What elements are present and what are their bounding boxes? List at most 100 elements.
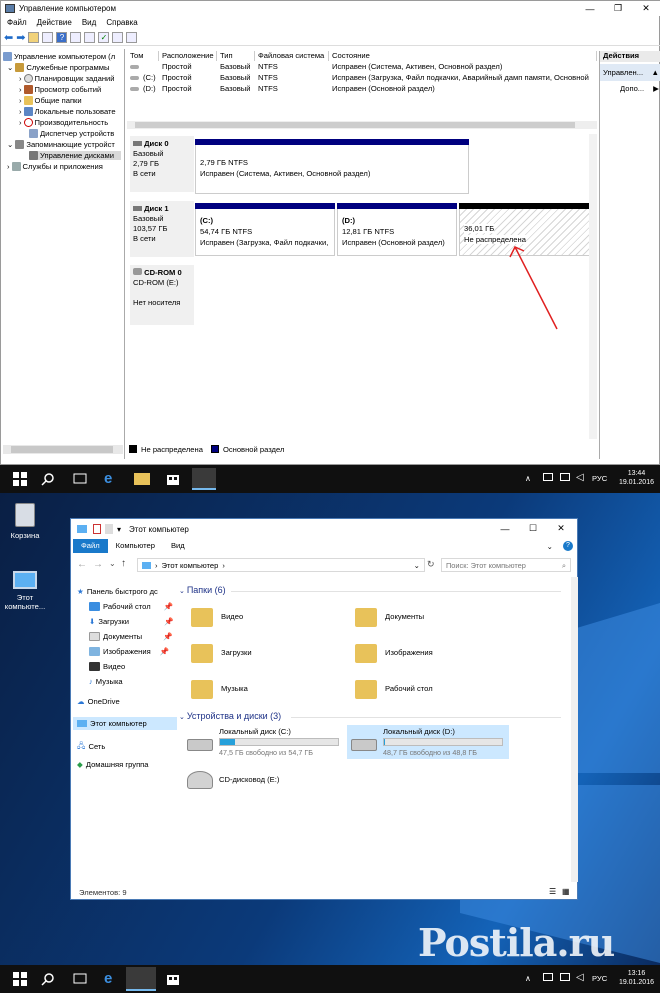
minimize-button[interactable]: —: [576, 1, 604, 16]
tree-local-users[interactable]: › Локальные пользовате: [19, 107, 116, 116]
store-icon[interactable]: [165, 971, 181, 987]
menu-file[interactable]: Файл: [7, 18, 27, 27]
drive-d[interactable]: Локальный диск (D:) 48,7 ГБ свободно из …: [347, 725, 509, 759]
folder-documents[interactable]: Документы: [355, 605, 424, 627]
tree-device-manager[interactable]: Диспетчер устройств: [29, 129, 114, 138]
nav-homegroup[interactable]: ◆ Домашняя группа: [77, 760, 149, 769]
disk0-label[interactable]: Диск 0 Базовый 2,79 ГБ В сети: [130, 136, 194, 192]
large-icons-view-icon[interactable]: ▦: [562, 887, 570, 896]
new-folder-icon[interactable]: [105, 524, 113, 534]
start-windows-icon[interactable]: [12, 971, 28, 987]
tree-performance[interactable]: › Производительность: [19, 118, 108, 127]
close-button[interactable]: ✕: [632, 1, 660, 16]
folders-group-header[interactable]: ⌄ Папки (6): [179, 585, 226, 595]
check-icon[interactable]: ✓: [98, 32, 110, 43]
content-scrollbar[interactable]: [571, 577, 578, 882]
menu-action[interactable]: Действие: [37, 18, 72, 27]
list-icon[interactable]: [126, 32, 138, 43]
folder-video[interactable]: Видео: [191, 605, 243, 627]
forward-icon[interactable]: ➡: [16, 31, 25, 44]
monitor-icon[interactable]: [560, 473, 570, 481]
search-box[interactable]: Поиск: Этот компьютер ⌕: [441, 558, 571, 572]
col-status[interactable]: Состояние: [329, 51, 597, 61]
volume-hscroll[interactable]: [127, 121, 597, 129]
help-icon[interactable]: ?: [56, 32, 68, 43]
partition-d[interactable]: (D:) 12,81 ГБ NTFS Исправен (Основной ра…: [337, 203, 457, 256]
file-explorer-icon[interactable]: [126, 967, 156, 991]
search-icon[interactable]: [40, 971, 56, 987]
network-icon[interactable]: [543, 973, 553, 981]
disk1-label[interactable]: Диск 1 Базовый 103,57 ГБ В сети: [130, 201, 194, 257]
maximize-button[interactable]: ☐: [519, 521, 547, 536]
up-folder-icon[interactable]: [28, 32, 40, 43]
devices-group-header[interactable]: ⌄ Устройства и диски (3): [179, 711, 281, 721]
chevron-right-icon[interactable]: ›: [19, 96, 22, 105]
clock[interactable]: 13:16 19.01.2016: [619, 969, 654, 987]
chevron-right-icon[interactable]: ›: [19, 107, 22, 116]
edge-icon[interactable]: e: [104, 971, 120, 987]
nav-video[interactable]: Видео: [89, 662, 125, 671]
back-icon[interactable]: ⬅: [4, 31, 13, 44]
tab-view[interactable]: Вид: [163, 539, 193, 553]
volume-icon[interactable]: ◁: [576, 972, 592, 988]
up-icon[interactable]: ↑: [121, 558, 126, 569]
folder-pictures[interactable]: Изображения: [355, 641, 433, 663]
chevron-up-icon[interactable]: ∧: [525, 474, 541, 490]
menu-view[interactable]: Вид: [82, 18, 96, 27]
close-button[interactable]: ✕: [547, 521, 575, 536]
chevron-down-icon[interactable]: ⌄: [414, 561, 420, 570]
recycle-bin[interactable]: Корзина: [0, 503, 50, 540]
back-icon[interactable]: ←: [77, 559, 87, 570]
nav-downloads[interactable]: ⬇ Загрузки 📌: [89, 617, 173, 626]
tab-computer[interactable]: Компьютер: [108, 539, 163, 553]
tree-disk-management[interactable]: Управление дисками: [29, 151, 121, 160]
help-icon[interactable]: ?: [563, 541, 573, 551]
refresh-icon[interactable]: ↻: [427, 559, 435, 570]
nav-onedrive[interactable]: ☁ OneDrive: [77, 697, 120, 706]
show-tree-icon[interactable]: [42, 32, 54, 43]
folder-music[interactable]: Музыка: [191, 677, 248, 699]
this-pc-desktop-icon[interactable]: Этот компьюте...: [0, 571, 50, 611]
nav-quick-access[interactable]: ★ Панель быстрого дс: [77, 587, 158, 596]
col-type[interactable]: Тип: [217, 51, 255, 61]
chevron-down-icon[interactable]: ⌄: [547, 542, 553, 551]
tree-system-tools[interactable]: ⌄ Служебные программы: [7, 63, 109, 72]
nav-documents[interactable]: Документы 📌: [89, 632, 173, 641]
export-icon[interactable]: [84, 32, 96, 43]
clock[interactable]: 13:44 19.01.2016: [619, 469, 654, 487]
store-icon[interactable]: [165, 471, 181, 487]
tree-scrollbar[interactable]: [3, 445, 123, 454]
search-icon[interactable]: [40, 471, 56, 487]
nav-this-pc[interactable]: Этот компьютер: [73, 717, 177, 730]
chevron-right-icon[interactable]: ›: [19, 85, 22, 94]
nav-network[interactable]: 🖧 Сеть: [77, 740, 105, 753]
minimize-button[interactable]: —: [491, 521, 519, 536]
tree-shared-folders[interactable]: › Общие папки: [19, 96, 82, 105]
properties-icon[interactable]: [70, 32, 82, 43]
drive-c[interactable]: Локальный диск (C:) 47,5 ГБ свободно из …: [187, 727, 347, 759]
tree-root[interactable]: Управление компьютером (л: [3, 52, 115, 61]
task-view-icon[interactable]: [72, 971, 88, 987]
chevron-right-icon[interactable]: ›: [19, 118, 22, 127]
chevron-down-icon[interactable]: ⌄: [7, 140, 13, 149]
action-more[interactable]: Допо... ▶: [600, 83, 660, 95]
col-volume[interactable]: Том: [127, 51, 159, 61]
drive-e[interactable]: CD-дисковод (E:): [187, 765, 347, 795]
maximize-button[interactable]: ❐: [604, 1, 632, 16]
action-disk-management[interactable]: Управлен... ▲: [600, 64, 660, 81]
nav-music[interactable]: ♪ Музыка: [89, 677, 123, 686]
table-row[interactable]: Простой Базовый NTFS Исправен (Система, …: [127, 62, 597, 72]
tree-storage[interactable]: ⌄ Запоминающие устройст: [7, 140, 115, 149]
monitor-icon[interactable]: [560, 973, 570, 981]
folder-desktop[interactable]: Рабочий стол: [355, 677, 433, 699]
chevron-right-icon[interactable]: ›: [7, 162, 10, 171]
tree-services[interactable]: › Службы и приложения: [7, 162, 103, 171]
disk-vscroll[interactable]: [589, 134, 597, 439]
edge-icon[interactable]: e: [104, 471, 120, 487]
col-layout[interactable]: Расположение: [159, 51, 217, 61]
table-row[interactable]: (D:) Простой Базовый NTFS Исправен (Осно…: [127, 84, 597, 94]
network-icon[interactable]: [543, 473, 553, 481]
chevron-up-icon[interactable]: ∧: [525, 974, 541, 990]
language-indicator[interactable]: РУС: [592, 974, 607, 983]
partition-c[interactable]: (C:) 54,74 ГБ NTFS Исправен (Загрузка, Ф…: [195, 203, 335, 256]
